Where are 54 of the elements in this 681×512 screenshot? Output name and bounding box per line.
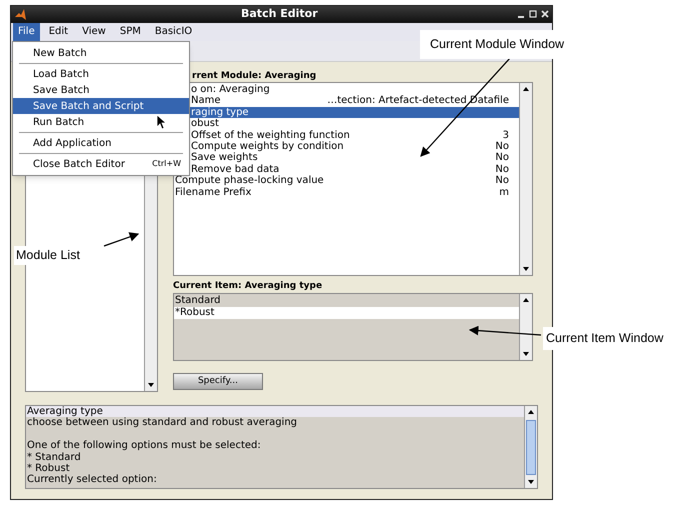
help-heading: Averaging type [26, 406, 524, 418]
menu-item[interactable]: File [13, 22, 40, 41]
menu-entry[interactable]: Save Batch [13, 82, 189, 98]
app-logo-icon [14, 8, 27, 21]
row-value: …tection: Artefact-detected Datafile [327, 95, 509, 107]
scroll-thumb[interactable] [526, 420, 536, 475]
specify-button[interactable]: Specify... [173, 373, 263, 390]
row-label: Name [191, 95, 221, 107]
mouse-cursor-icon [156, 114, 167, 130]
row-label: Save weights [191, 152, 258, 164]
window-title: Batch Editor [241, 6, 318, 22]
menu-entry[interactable]: Save Batch and Script [13, 98, 189, 114]
menu-item[interactable]: SPM [114, 22, 146, 41]
row-value: 3 [502, 130, 509, 141]
menu-item[interactable]: BasicIO [150, 22, 198, 41]
pointer-arrow [104, 232, 140, 247]
row-label: Compute weights by condition [191, 140, 344, 152]
row-value: No [495, 164, 509, 176]
row-label: raging type [191, 106, 249, 118]
annotation-label: Current Item Window [543, 327, 666, 350]
module-row[interactable]: Filename Prefix m [174, 186, 519, 198]
scrollbar[interactable] [519, 83, 532, 275]
scrollbar[interactable] [524, 406, 537, 488]
module-row[interactable]: Compute phase-locking value No [174, 175, 519, 187]
help-text: Currently selected option: [26, 474, 158, 486]
menu-entry[interactable]: Add Application [13, 135, 189, 151]
row-label: Remove bad data [191, 164, 280, 175]
item-option[interactable]: *Robust [174, 307, 519, 319]
row-value: No [495, 140, 509, 152]
menu-item[interactable]: View [77, 22, 111, 41]
row-value: No [495, 152, 509, 164]
row-label: Filename Prefix [175, 186, 252, 198]
item-option[interactable]: Standard [174, 295, 519, 307]
scrollbar[interactable] [519, 294, 532, 360]
help-text: * Standard [26, 452, 82, 463]
current-module-label: rrent Module: Averaging [191, 70, 318, 82]
help-text: One of the following options must be selected: [26, 440, 262, 452]
help-text: choose between using standard and robust averaging [26, 417, 298, 429]
row-value: m [499, 186, 509, 198]
row-label: Compute phase-locking value [175, 175, 324, 187]
maximize-icon[interactable] [529, 10, 537, 18]
row-label: Offset of the weighting function [191, 130, 350, 141]
menu-entry[interactable]: Close Batch Editor Ctrl+W [13, 156, 189, 172]
row-label: o on: Averaging [191, 84, 270, 96]
current-item-label: Current Item: Averaging type [173, 280, 324, 293]
menu-entry[interactable]: New Batch [13, 45, 189, 61]
help-text: * Robust [26, 462, 71, 474]
menu-item[interactable]: Edit [44, 22, 74, 41]
annotation-label: Module List [14, 246, 82, 265]
close-icon[interactable] [541, 10, 549, 18]
row-value: No [495, 175, 509, 187]
row-label: obust [191, 118, 219, 130]
menu-entry[interactable]: Load Batch [13, 66, 189, 82]
shortcut-text: Ctrl+W [152, 158, 181, 170]
